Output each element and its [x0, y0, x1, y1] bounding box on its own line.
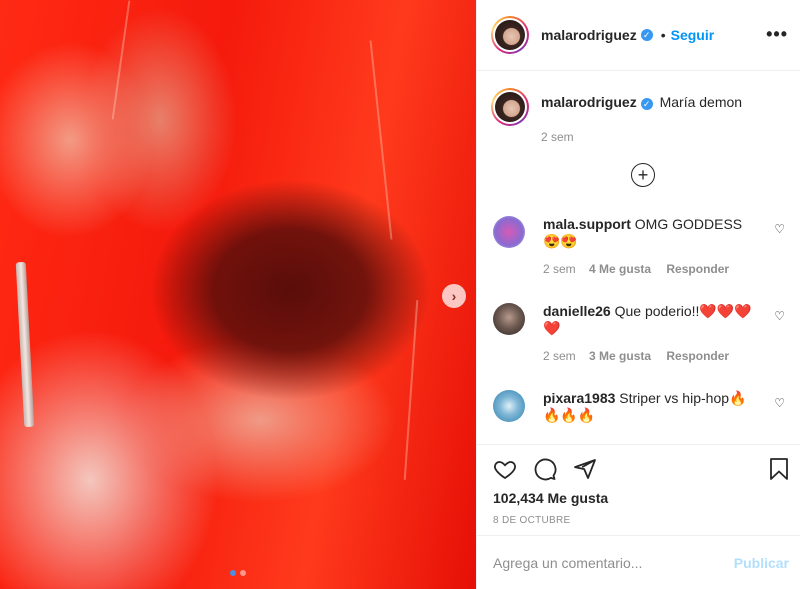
likes-count[interactable]: 102,434 Me gusta — [493, 490, 608, 506]
comment-username[interactable]: pixara1983 — [543, 390, 615, 406]
carousel-dot — [240, 570, 246, 576]
comment-input[interactable] — [493, 554, 734, 571]
commenter-avatar[interactable] — [493, 303, 525, 335]
carousel-dot-active — [230, 570, 236, 576]
flute — [15, 261, 35, 428]
commenter-avatar[interactable] — [493, 390, 525, 422]
verified-icon: ✓ — [640, 29, 653, 41]
commenter-avatar[interactable] — [493, 216, 525, 248]
caption: malarodriguez ✓ María demon 2 sem — [491, 88, 742, 144]
load-more-comments-icon[interactable]: + — [631, 163, 655, 187]
publish-button[interactable]: Publicar — [734, 555, 789, 571]
comment-item: danielle26 Que poderio!!❤️❤️❤️❤️ 2 sem 3… — [493, 303, 789, 363]
comment-like-icon[interactable]: ♡ — [774, 222, 785, 236]
caption-time: 2 sem — [541, 130, 574, 144]
chevron-right-icon: › — [451, 288, 457, 304]
post-photo[interactable]: › — [0, 0, 476, 589]
comment-composer: Publicar — [477, 535, 800, 589]
more-options-icon[interactable]: ••• — [766, 24, 788, 45]
reply-button[interactable]: Responder — [666, 349, 729, 363]
comment-like-icon[interactable]: ♡ — [774, 396, 785, 410]
comment-time: 2 sem — [543, 262, 576, 276]
comment-icon[interactable] — [533, 457, 557, 481]
post-side-panel: malarodriguez ✓ • Seguir ••• malarodrigu… — [476, 0, 800, 589]
comment-like-icon[interactable]: ♡ — [774, 309, 785, 323]
post-header: malarodriguez ✓ • Seguir ••• — [477, 0, 800, 71]
post-date: 8 DE OCTUBRE — [493, 515, 571, 526]
comment-username[interactable]: danielle26 — [543, 303, 611, 319]
comment-item: pixara1983 Striper vs hip-hop🔥🔥🔥🔥 ♡ — [493, 390, 789, 424]
comment-username[interactable]: mala.support — [543, 216, 631, 232]
caption-username[interactable]: malarodriguez — [541, 94, 637, 110]
caption-avatar[interactable] — [491, 88, 529, 126]
bookmark-icon[interactable] — [767, 457, 791, 481]
share-icon[interactable] — [573, 457, 597, 481]
plastic-fold — [111, 0, 131, 120]
plastic-fold — [403, 300, 419, 480]
carousel-next-button[interactable]: › — [442, 284, 466, 308]
plastic-fold — [369, 40, 393, 240]
comment-likes[interactable]: 3 Me gusta — [589, 349, 651, 363]
author-username[interactable]: malarodriguez — [541, 27, 637, 43]
separator-dot: • — [660, 27, 666, 43]
comment-likes[interactable]: 4 Me gusta — [589, 262, 651, 276]
author-avatar[interactable] — [491, 16, 529, 54]
carousel-indicator — [230, 570, 246, 576]
verified-icon: ✓ — [640, 98, 653, 110]
post-actions: 102,434 Me gusta 8 DE OCTUBRE — [477, 444, 800, 544]
comment-item: mala.support OMG GODDESS 😍😍 2 sem 4 Me g… — [493, 216, 789, 276]
follow-button[interactable]: Seguir — [671, 27, 715, 43]
caption-text: María demon — [659, 94, 743, 110]
reply-button[interactable]: Responder — [666, 262, 729, 276]
heart-icon[interactable] — [493, 457, 517, 481]
comment-time: 2 sem — [543, 349, 576, 363]
